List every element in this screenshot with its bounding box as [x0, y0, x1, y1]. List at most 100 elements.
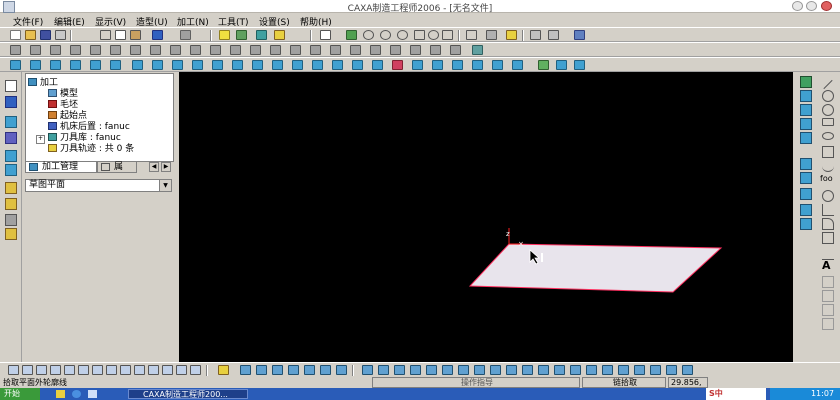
toolbar3-icon-24[interactable] [472, 60, 483, 70]
right-b-3-icon[interactable] [822, 304, 834, 316]
left-tool-5-icon[interactable] [5, 150, 17, 162]
ime-indicator[interactable]: S中 [706, 388, 766, 400]
toolbar2-icon-8[interactable] [150, 45, 161, 55]
bottom-tool-30-icon[interactable] [474, 365, 485, 375]
bottom-tool-22-icon[interactable] [336, 365, 347, 375]
toolbar3-icon-7[interactable] [132, 60, 143, 70]
bottom-tool-1-icon[interactable] [8, 365, 19, 375]
light-icon[interactable] [219, 30, 230, 40]
bottom-tool-36-icon[interactable] [570, 365, 581, 375]
toolbar3-icon-5[interactable] [90, 60, 101, 70]
toolbar2-icon-4[interactable] [70, 45, 81, 55]
left-tool-8-icon[interactable] [5, 198, 17, 210]
line-icon[interactable] [823, 79, 833, 90]
text-icon[interactable]: A [822, 260, 834, 272]
toolbar-icon-c[interactable] [574, 30, 585, 40]
bottom-tool-37-icon[interactable] [586, 365, 597, 375]
maximize-button[interactable] [806, 1, 817, 11]
trim-icon[interactable] [822, 232, 834, 244]
bottom-tool-34-icon[interactable] [538, 365, 549, 375]
bottom-tool-42-icon[interactable] [666, 365, 677, 375]
zoom-icon[interactable] [363, 30, 374, 40]
pan-icon[interactable] [442, 30, 453, 40]
toolbar3-icon-9[interactable] [172, 60, 183, 70]
bottom-tool-32-icon[interactable] [506, 365, 517, 375]
bottom-tool-15-icon[interactable] [218, 365, 229, 375]
toolbar3-icon-12[interactable] [232, 60, 243, 70]
arc-icon[interactable] [822, 90, 834, 102]
bottom-tool-38-icon[interactable] [602, 365, 613, 375]
fit-view-icon[interactable] [414, 30, 425, 40]
toolbar2-icon-11[interactable] [210, 45, 221, 55]
color-icon[interactable] [274, 30, 285, 40]
bottom-tool-9-icon[interactable] [120, 365, 131, 375]
toolbar3-icon-22[interactable] [432, 60, 443, 70]
toolbar2-icon-2[interactable] [30, 45, 41, 55]
bottom-tool-25-icon[interactable] [394, 365, 405, 375]
bottom-tool-4-icon[interactable] [50, 365, 61, 375]
toolbar2-icon-24[interactable] [472, 45, 483, 55]
bottom-tool-19-icon[interactable] [288, 365, 299, 375]
toolbar2-icon-15[interactable] [290, 45, 301, 55]
open-file-icon[interactable] [25, 30, 36, 40]
layer-icon[interactable] [236, 30, 247, 40]
bottom-tool-6-icon[interactable] [78, 365, 89, 375]
right-a-7-icon[interactable] [800, 172, 812, 184]
copy-icon[interactable] [115, 30, 126, 40]
toolbar3-icon-18[interactable] [352, 60, 363, 70]
formula-curve-icon[interactable]: foo [820, 174, 836, 186]
minimize-button[interactable] [792, 1, 803, 11]
bottom-tool-27-icon[interactable] [426, 365, 437, 375]
ellipse-icon[interactable] [822, 132, 834, 140]
right-a-3-icon[interactable] [800, 104, 812, 116]
bottom-tool-26-icon[interactable] [410, 365, 421, 375]
toolbar2-icon-17[interactable] [330, 45, 341, 55]
toolbar3-icon-21[interactable] [412, 60, 423, 70]
toolbar3-icon-25[interactable] [492, 60, 503, 70]
toolbar2-icon-9[interactable] [170, 45, 181, 55]
toolbar3-icon-20[interactable] [392, 60, 403, 70]
toolbar3-icon-8[interactable] [152, 60, 163, 70]
toolbar2-icon-6[interactable] [110, 45, 121, 55]
right-a-1-icon[interactable] [800, 76, 812, 88]
toolbar3-icon-15[interactable] [292, 60, 303, 70]
bottom-tool-14-icon[interactable] [190, 365, 201, 375]
rotate-icon[interactable] [428, 30, 439, 40]
redo-icon[interactable] [180, 30, 191, 40]
toolbar3-icon-28[interactable] [556, 60, 567, 70]
taskbar-app-button[interactable]: CAXA制造工程师200... [128, 389, 248, 399]
toolbar3-icon-17[interactable] [332, 60, 343, 70]
right-a-10-icon[interactable] [800, 218, 812, 230]
zoom-in-icon[interactable] [380, 30, 391, 40]
toolbar2-icon-3[interactable] [50, 45, 61, 55]
left-tool-7-icon[interactable] [5, 182, 17, 194]
bottom-tool-21-icon[interactable] [320, 365, 331, 375]
right-b-4-icon[interactable] [822, 318, 834, 330]
start-button[interactable]: 开始 [0, 388, 40, 400]
toolbar3-icon-2[interactable] [30, 60, 41, 70]
right-a-9-icon[interactable] [800, 204, 812, 216]
toolbar2-icon-13[interactable] [250, 45, 261, 55]
toolbar3-icon-29[interactable] [574, 60, 585, 70]
save-icon[interactable] [40, 30, 51, 40]
bottom-tool-31-icon[interactable] [490, 365, 501, 375]
toolbar2-icon-5[interactable] [90, 45, 101, 55]
spline-icon[interactable] [822, 160, 834, 172]
new-file-icon[interactable] [10, 30, 21, 40]
circle-icon[interactable] [822, 104, 834, 116]
drawing-canvas[interactable]: z × [179, 72, 793, 362]
left-tool-9-icon[interactable] [5, 214, 17, 226]
clock[interactable]: 11:07 [811, 389, 834, 398]
toolbar2-icon-23[interactable] [450, 45, 461, 55]
toolbar2-icon-21[interactable] [410, 45, 421, 55]
bottom-tool-8-icon[interactable] [106, 365, 117, 375]
quick-launch-icon[interactable] [56, 390, 65, 398]
bottom-tool-29-icon[interactable] [458, 365, 469, 375]
right-b-2-icon[interactable] [822, 290, 834, 302]
bottom-tool-24-icon[interactable] [378, 365, 389, 375]
toolbar2-icon-19[interactable] [370, 45, 381, 55]
fillet-icon[interactable] [822, 218, 834, 230]
toolbar3-icon-1[interactable] [10, 60, 21, 70]
zoom-window-icon[interactable] [346, 30, 357, 40]
toolbar3-icon-26[interactable] [512, 60, 523, 70]
